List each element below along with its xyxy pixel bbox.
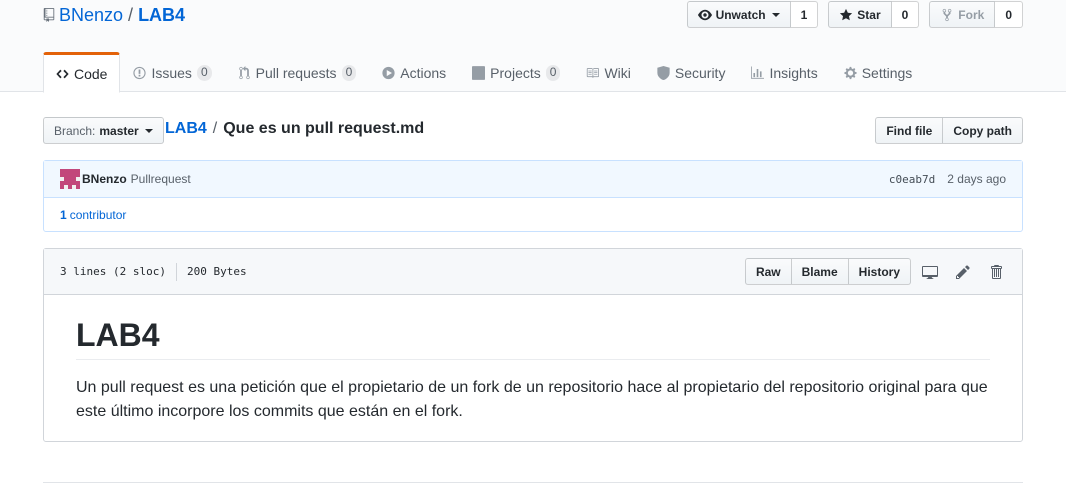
file-header-actions: Raw Blame History bbox=[744, 258, 1012, 285]
blame-button[interactable]: Blame bbox=[791, 258, 849, 285]
commit-time: 2 days ago bbox=[947, 172, 1006, 186]
breadcrumb-file-name: Que es un pull request.md bbox=[223, 120, 425, 137]
pencil-icon bbox=[955, 264, 970, 279]
book-icon bbox=[587, 68, 600, 78]
contributors-count: 1 bbox=[60, 208, 67, 222]
tab-actions[interactable]: Actions bbox=[369, 52, 459, 92]
code-icon bbox=[56, 69, 69, 78]
repo-nav: Code Issues 0 Pull requests 0 Actions Pr… bbox=[43, 52, 926, 93]
project-icon bbox=[472, 66, 486, 80]
shield-icon bbox=[657, 66, 670, 80]
trash-icon bbox=[990, 264, 1002, 279]
content-heading: LAB4 bbox=[76, 315, 990, 360]
tab-wiki-label: Wiki bbox=[604, 65, 631, 81]
device-desktop-icon bbox=[921, 265, 938, 279]
fork-button[interactable]: Fork bbox=[929, 1, 996, 28]
watchers-count[interactable]: 1 bbox=[790, 1, 819, 28]
play-icon bbox=[382, 66, 395, 80]
tab-settings[interactable]: Settings bbox=[831, 52, 926, 92]
chevron-down-icon bbox=[771, 12, 780, 17]
breadcrumb-repo-link[interactable]: LAB4 bbox=[165, 120, 207, 138]
stargazers-count[interactable]: 0 bbox=[891, 1, 920, 28]
star-icon bbox=[840, 8, 853, 20]
tab-wiki[interactable]: Wiki bbox=[573, 52, 643, 92]
tab-issues-label: Issues bbox=[151, 65, 192, 81]
repo-header: BNenzo / LAB4 Unwatch 1 Star 0 Fork 0 Co… bbox=[0, 0, 1066, 93]
fork-label: Fork bbox=[958, 7, 985, 22]
file-info: 3 lines (2 sloc) 200 Bytes bbox=[60, 262, 247, 281]
issue-icon bbox=[133, 66, 147, 80]
unwatch-button[interactable]: Unwatch bbox=[686, 1, 791, 28]
fork-icon bbox=[942, 8, 952, 21]
fork-group: Fork 0 bbox=[929, 1, 1023, 28]
file-info-divider bbox=[175, 262, 177, 281]
tab-code-label: Code bbox=[74, 65, 108, 82]
tab-pull-requests[interactable]: Pull requests 0 bbox=[225, 52, 370, 92]
repo-owner-link[interactable]: BNenzo bbox=[59, 5, 123, 26]
file-actions: Find file Copy path bbox=[875, 117, 1023, 144]
file-size: 200 Bytes bbox=[186, 265, 247, 278]
tab-security-label: Security bbox=[674, 65, 726, 81]
footer-divider bbox=[43, 482, 1023, 483]
edit-button[interactable] bbox=[946, 258, 979, 285]
star-label: Star bbox=[857, 7, 881, 22]
tab-projects[interactable]: Projects 0 bbox=[459, 52, 573, 92]
commit-author-link[interactable]: BNenzo bbox=[82, 172, 127, 186]
avatar[interactable] bbox=[60, 169, 80, 189]
file-lines: 3 lines (2 sloc) bbox=[60, 265, 166, 278]
copy-path-button[interactable]: Copy path bbox=[943, 117, 1023, 144]
tab-code[interactable]: Code bbox=[43, 52, 121, 93]
file-box: 3 lines (2 sloc) 200 Bytes Raw Blame His… bbox=[43, 248, 1023, 442]
breadcrumb: LAB4 / Que es un pull request.md bbox=[165, 120, 424, 138]
history-button[interactable]: History bbox=[848, 258, 911, 285]
issues-counter: 0 bbox=[196, 65, 212, 81]
raw-button[interactable]: Raw bbox=[744, 258, 792, 285]
tab-actions-label: Actions bbox=[400, 65, 447, 81]
tab-security[interactable]: Security bbox=[644, 52, 739, 92]
tab-issues[interactable]: Issues 0 bbox=[120, 52, 224, 92]
star-button[interactable]: Star bbox=[828, 1, 892, 28]
file-view-buttons: Raw Blame History bbox=[744, 258, 911, 285]
graph-icon bbox=[751, 66, 765, 79]
tab-insights[interactable]: Insights bbox=[738, 52, 830, 92]
find-file-button[interactable]: Find file bbox=[875, 117, 944, 144]
unwatch-label: Unwatch bbox=[715, 7, 766, 22]
content-paragraph: Un pull request es una petición que el p… bbox=[76, 379, 988, 420]
tab-insights-label: Insights bbox=[769, 65, 818, 81]
repo-icon bbox=[43, 8, 55, 22]
file-navigation: Branch: master LAB4 / Que es un pull req… bbox=[43, 117, 1023, 144]
commit-tease: BNenzo Pullrequest c0eab7d 2 days ago 1 … bbox=[43, 160, 1023, 232]
repo-title-separator: / bbox=[128, 4, 134, 25]
latest-commit: BNenzo Pullrequest c0eab7d 2 days ago bbox=[44, 161, 1022, 198]
forks-count[interactable]: 0 bbox=[995, 1, 1023, 28]
contributors-label: contributor bbox=[69, 208, 127, 222]
readme-content: LAB4 Un pull request es una petición que… bbox=[44, 295, 1022, 444]
desktop-button[interactable] bbox=[913, 258, 946, 285]
contributors-link[interactable]: 1 contributor bbox=[44, 198, 1022, 232]
pull-request-icon bbox=[238, 66, 250, 80]
branch-select-button[interactable]: Branch: master bbox=[43, 117, 164, 144]
breadcrumb-separator: / bbox=[212, 120, 218, 137]
watch-group: Unwatch 1 bbox=[686, 1, 819, 28]
star-group: Star 0 bbox=[828, 1, 920, 28]
tab-projects-label: Projects bbox=[490, 65, 541, 81]
gear-icon bbox=[844, 66, 857, 80]
branch-prefix: Branch: bbox=[54, 123, 96, 138]
tab-pull-requests-label: Pull requests bbox=[255, 65, 337, 81]
repo-title: BNenzo / LAB4 bbox=[43, 4, 185, 26]
delete-button[interactable] bbox=[979, 258, 1012, 285]
repo-name-link[interactable]: LAB4 bbox=[138, 5, 185, 26]
pull-requests-counter: 0 bbox=[341, 65, 357, 81]
projects-counter: 0 bbox=[545, 65, 561, 81]
eye-icon bbox=[697, 9, 712, 20]
file-header: 3 lines (2 sloc) 200 Bytes Raw Blame His… bbox=[44, 249, 1022, 295]
commit-sha-link[interactable]: c0eab7d bbox=[889, 173, 935, 186]
commit-message-link[interactable]: Pullrequest bbox=[131, 172, 191, 186]
branch-name: master bbox=[99, 123, 139, 138]
commit-meta: c0eab7d 2 days ago bbox=[889, 172, 1006, 186]
tab-settings-label: Settings bbox=[861, 65, 913, 81]
chevron-down-icon bbox=[144, 128, 153, 133]
pagehead-actions: Unwatch 1 Star 0 Fork 0 bbox=[686, 1, 1023, 28]
